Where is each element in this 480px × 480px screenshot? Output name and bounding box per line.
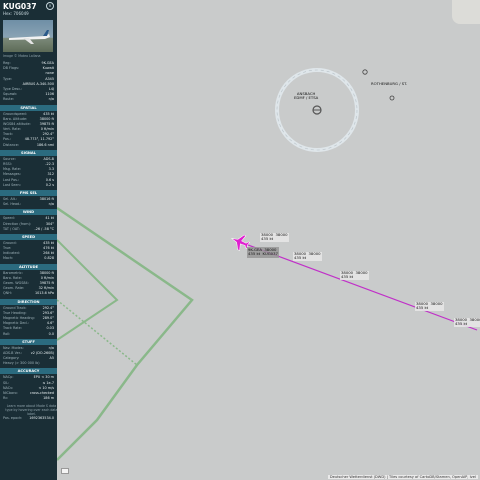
- altitude-row: QNH: 1013.6 hPa: [0, 291, 57, 296]
- section-header-wind: WIND: [0, 209, 57, 216]
- speed-value: 0.828: [44, 256, 54, 261]
- signal-label: Last Seen:: [3, 182, 21, 187]
- navaid-icon-2: [389, 95, 395, 101]
- signal-row: Last Seen: 0.2 s: [0, 183, 57, 188]
- callsign: KUG037: [3, 2, 37, 11]
- spatial-label: Distance:: [3, 142, 19, 147]
- section-header-altitude: ALTITUDE: [0, 263, 57, 270]
- section-header-signal: SIGNAL: [0, 149, 57, 156]
- zoom-control[interactable]: [61, 468, 69, 474]
- airspace-boundary: [57, 206, 194, 461]
- fms-value: n/a: [48, 202, 54, 207]
- selected-aircraft-label[interactable]: 9K-GEA 38000 435 kt KUG037: [247, 247, 279, 258]
- signal-value: 0.2 s: [45, 182, 54, 187]
- map-view[interactable]: ANSBACH EDMF / ETSA ROTHENBURG / ST. 9K-G…: [57, 0, 480, 480]
- direction-label: Roll:: [3, 331, 11, 336]
- section-header-accuracy: ACCURACY: [0, 368, 57, 375]
- navaid-icon: [362, 69, 368, 75]
- speed-row: Mach: 0.828: [0, 256, 57, 261]
- track-label: 38000 38000 435 kt: [454, 317, 480, 327]
- speed-label: Mach:: [3, 256, 14, 261]
- pos-epoch-value: 1692363534.0: [29, 416, 54, 421]
- spatial-row: Distance: 186.6 nmi: [0, 143, 57, 148]
- pos-epoch-label: Pos. epoch:: [3, 416, 23, 421]
- accuracy-value: 186 m: [43, 396, 54, 401]
- aircraft-info-sidebar: KUG037 Hex: 706049 × Image © Mateo Lalla…: [0, 0, 57, 480]
- stuff-row: Heavy (> 300 000 lb): [0, 361, 57, 366]
- stuff-label: Heavy (> 300 000 lb): [3, 361, 40, 366]
- section-header-direction: DIRECTION: [0, 298, 57, 305]
- town-label: ROTHENBURG / ST.: [371, 81, 408, 86]
- accuracy-label: Rc:: [3, 396, 9, 401]
- sidebar-header: KUG037 Hex: 706049 ×: [0, 0, 57, 18]
- track-label: 38000 38000 435 kt: [340, 270, 369, 280]
- accuracy-row: Rc: 186 m: [0, 396, 57, 401]
- spatial-value: 186.6 nmi: [36, 142, 54, 147]
- direction-row: Roll: 0.0: [0, 332, 57, 337]
- altitude-value: 1013.6 hPa: [34, 291, 54, 296]
- section-header-speed: SPEED: [0, 233, 57, 240]
- track-label: 38000 38000 435 kt: [293, 251, 322, 261]
- section-header-spatial: SPATIAL: [0, 104, 57, 111]
- sidebar-note: Learn more about Mode S data type by hov…: [5, 404, 57, 417]
- fms-row: Sel. Head.: n/a: [0, 202, 57, 207]
- wind-label: TAT / OAT:: [3, 226, 20, 231]
- airport-name-label: ANSBACH EDMF / ETSA: [294, 91, 319, 101]
- wind-row: TAT / OAT: -26 / -58 °C: [0, 227, 57, 232]
- direction-value: 0.0: [48, 331, 54, 336]
- section-header-fms_sel: FMS SEL: [0, 189, 57, 196]
- aircraft-photo[interactable]: [3, 20, 53, 52]
- photo-caption: Image © Mateo Lallana: [3, 54, 41, 58]
- info-label: Route:: [3, 97, 14, 102]
- section-header-stuff: STUFF: [0, 338, 57, 345]
- map-controls-corner[interactable]: [452, 0, 480, 24]
- hex-code: Hex: 706049: [3, 11, 29, 16]
- pos-epoch-row: Pos. epoch: 1692363534.0: [0, 416, 57, 421]
- airspace-boundary-inner: [57, 239, 119, 341]
- track-label: 38000 38000 435 kt: [415, 301, 444, 311]
- airplane-photo-icon: [9, 30, 50, 44]
- info-value: n/a: [48, 97, 54, 102]
- map-attribution: Deutscher Wetterdienst (DWD) | Tiles cou…: [327, 475, 478, 479]
- close-icon[interactable]: ×: [46, 2, 54, 10]
- info-rows: Reg: 9K-GEA DB Flags: Kuwait none Type: A345 AI…: [0, 61, 57, 422]
- wind-value: -26 / -58 °C: [34, 226, 54, 231]
- fms-label: Sel. Head.:: [3, 202, 22, 207]
- altitude-label: QNH:: [3, 291, 12, 296]
- info-row: Route: n/a: [0, 97, 57, 102]
- track-label: 38000 38000 435 kt: [260, 232, 289, 242]
